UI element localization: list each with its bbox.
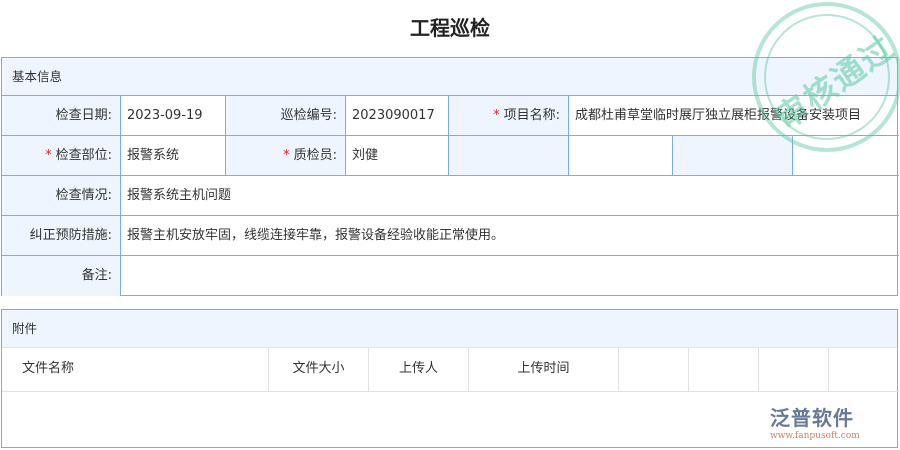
basic-info-header: 基本信息 xyxy=(2,58,897,96)
fanpu-logo: 泛普软件 www.fanpusoft.com xyxy=(770,402,860,441)
label-text: 检查日期: xyxy=(55,108,112,123)
column-header-file-size[interactable]: 文件大小 xyxy=(269,347,369,392)
part-label: * 检查部位: xyxy=(2,136,121,176)
measures-value[interactable]: 报警主机安放牢固，线缆连接牢靠，报警设备经验收能正常使用。 xyxy=(121,216,899,256)
empty-cell xyxy=(449,136,569,176)
patrol-no-label: 巡检编号: xyxy=(226,96,346,136)
attachment-header: 附件 xyxy=(2,310,897,348)
page-title: 工程巡检 xyxy=(410,16,490,40)
inspect-date-label: 检查日期: xyxy=(2,96,121,136)
logo-url: www.fanpusoft.com xyxy=(770,431,860,441)
attachment-panel: 附件 文件名称 文件大小 上传人 上传时间 xyxy=(1,309,899,448)
column-header-empty xyxy=(619,347,689,392)
label-text: 项目名称: xyxy=(503,108,560,123)
column-header-upload-time[interactable]: 上传时间 xyxy=(469,347,619,392)
project-value[interactable]: 成都杜甫草堂临时展厅独立展柜报警设备安装项目 xyxy=(569,96,899,136)
remark-label: 备注: xyxy=(2,256,121,296)
required-mark: * xyxy=(493,108,500,123)
column-header-uploader[interactable]: 上传人 xyxy=(369,347,469,392)
required-mark: * xyxy=(45,148,52,163)
required-mark: * xyxy=(283,148,290,163)
measures-label: 纠正预防措施: xyxy=(2,216,121,256)
remark-value[interactable] xyxy=(121,256,899,296)
label-text: 检查部位: xyxy=(55,148,112,163)
logo-name: 泛普软件 xyxy=(770,406,854,430)
column-header-empty xyxy=(759,347,829,392)
patrol-no-value[interactable]: 2023090017 xyxy=(346,96,449,136)
empty-cell xyxy=(673,136,793,176)
empty-cell xyxy=(793,136,899,176)
inspector-label: * 质检员: xyxy=(226,136,346,176)
inspect-date-value[interactable]: 2023-09-19 xyxy=(121,96,226,136)
situation-value[interactable]: 报警系统主机问题 xyxy=(121,176,899,216)
part-value[interactable]: 报警系统 xyxy=(121,136,226,176)
empty-cell xyxy=(569,136,673,176)
inspector-value[interactable]: 刘健 xyxy=(346,136,449,176)
column-header-file-name[interactable]: 文件名称 xyxy=(2,347,269,392)
column-header-empty xyxy=(689,347,759,392)
basic-info-panel: 基本信息 检查日期: 2023-09-19 巡检编号: 2023090017 *… xyxy=(1,57,899,296)
column-header-empty xyxy=(829,347,899,392)
project-label: * 项目名称: xyxy=(449,96,569,136)
label-text: 质检员: xyxy=(293,148,337,163)
situation-label: 检查情况: xyxy=(2,176,121,216)
